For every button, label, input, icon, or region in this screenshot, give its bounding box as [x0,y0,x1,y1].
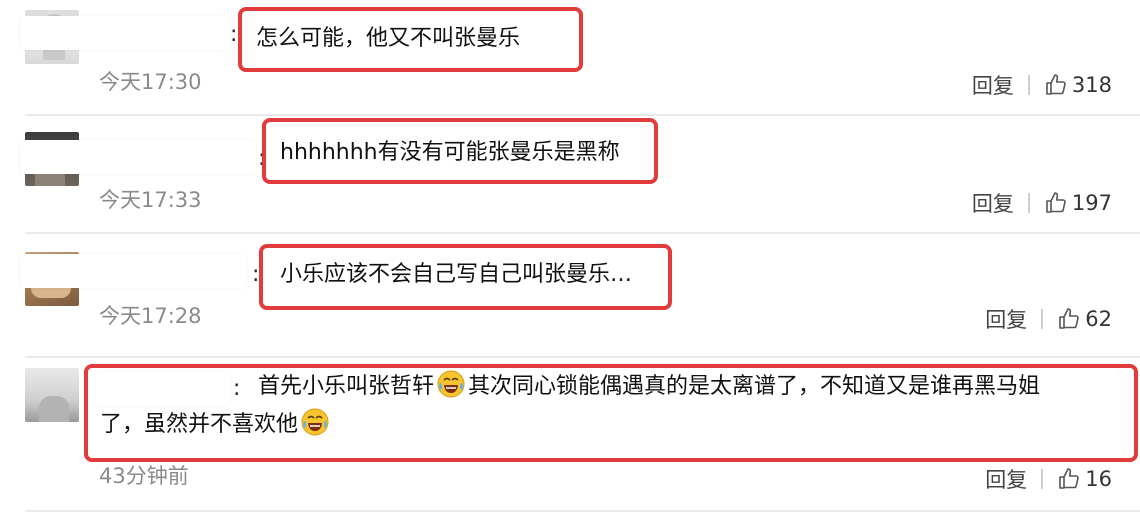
comment-actions: 回复 62 [985,304,1112,334]
comment-text-block: 首先小乐叫张哲轩 其次同心锁能偶遇真的是太离谱了，不知道又是谁再黑马姐 了，虽然… [100,368,1110,444]
divider [1027,75,1030,95]
comment-item: : 怎么可能，他又不叫张曼乐 今天17:30 回复 318 [0,0,1140,116]
comment-item: : 首先小乐叫张哲轩 其次同心锁能偶遇真的是太离谱了，不知道又是谁再黑马姐 了，… [0,358,1140,518]
comment-text-part: 首先小乐叫张哲轩 [258,374,435,399]
comment-text: 怎么可能，他又不叫张曼乐 [256,26,521,51]
avatar[interactable] [25,368,79,422]
thumbs-up-icon[interactable] [1057,467,1081,491]
like-count: 62 [1085,307,1112,331]
like-count: 318 [1071,73,1112,97]
username-mask [20,254,246,288]
reply-button[interactable]: 回复 [972,188,1014,218]
comment-item: : 小乐应该不会自己写自己叫张曼乐… 今天17:28 回复 62 [0,234,1140,358]
divider [1041,469,1044,489]
timestamp: 今天17:33 [99,188,202,212]
comment-actions: 回复 16 [985,464,1112,494]
reply-button[interactable]: 回复 [985,464,1027,494]
comment-text-part: 其次同心锁能偶遇真的是太离谱了，不知道又是谁再黑马姐 [468,374,1041,399]
laugh-cry-emoji-icon [301,408,329,436]
username-mask [20,140,256,174]
thumbs-up-icon[interactable] [1044,191,1068,215]
timestamp: 今天17:30 [99,70,202,94]
like-count: 197 [1071,191,1112,215]
comment-text-part: 了，虽然并不喜欢他 [100,412,299,437]
timestamp: 今天17:28 [99,304,202,328]
comment-actions: 回复 197 [972,188,1112,218]
divider [1041,309,1044,329]
timestamp: 43分钟前 [99,464,189,488]
comment-actions: 回复 318 [972,70,1112,100]
comment-text: hhhhhhh有没有可能张曼乐是黑称 [280,140,620,165]
laugh-cry-emoji-icon [437,370,465,398]
username-mask [20,16,230,50]
comment-divider [25,510,1140,512]
like-count: 16 [1085,467,1112,491]
reply-button[interactable]: 回复 [985,304,1027,334]
thumbs-up-icon[interactable] [1057,307,1081,331]
divider [1027,193,1030,213]
comment-text: 小乐应该不会自己写自己叫张曼乐… [280,262,633,287]
comment-item: : hhhhhhh有没有可能张曼乐是黑称 今天17:33 回复 197 [0,116,1140,234]
reply-button[interactable]: 回复 [972,70,1014,100]
thumbs-up-icon[interactable] [1044,73,1068,97]
colon: : [230,22,238,47]
